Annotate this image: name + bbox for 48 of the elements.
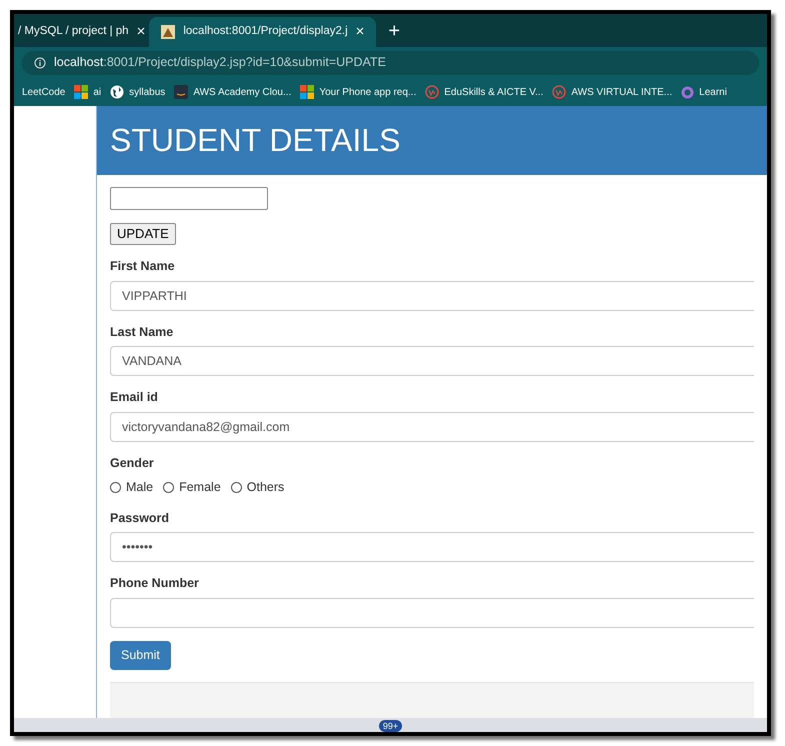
- tab-title: / MySQL / project | ph: [18, 24, 129, 40]
- text-input-field[interactable]: VANDANA: [110, 346, 754, 376]
- address-bar[interactable]: localhost:8001/Project/display2.jsp?id=10&submit=UPDATE: [22, 50, 759, 74]
- windows-logo-icon: [74, 85, 88, 99]
- field-label: Email id: [110, 389, 159, 406]
- radio-button[interactable]: [163, 482, 174, 493]
- field-label: Password: [110, 510, 170, 526]
- circle-logo-icon: [425, 85, 440, 99]
- info-icon: [34, 56, 46, 68]
- radio-button[interactable]: [110, 482, 121, 493]
- bookmark[interactable]: Your Phone app req...: [300, 84, 416, 100]
- windows-logo-icon: [300, 85, 314, 99]
- field-label: First Name: [110, 258, 176, 275]
- bookmark[interactable]: LeetCode: [22, 84, 66, 100]
- browser-tab[interactable]: localhost:8001/Project/display2.j ×: [149, 17, 376, 47]
- text-input-field[interactable]: victoryvandana82@gmail.com: [110, 412, 754, 442]
- text-input-field[interactable]: VIPPARTHI: [110, 280, 754, 310]
- aws-square-icon: [174, 85, 188, 99]
- bookmark[interactable]: ai: [74, 84, 102, 100]
- radio-label: Male: [126, 478, 154, 496]
- bookmark[interactable]: EduSkills & AICTE V...: [425, 84, 544, 100]
- browser-tab[interactable]: / MySQL / project | ph ×: [14, 17, 150, 47]
- url-text: localhost:8001/Project/display2.jsp?id=10&submit=UPDATE: [54, 54, 386, 72]
- close-tab-button[interactable]: ×: [356, 20, 364, 44]
- bookmark[interactable]: syllabus: [110, 84, 166, 100]
- bookmark[interactable]: Learni: [681, 84, 727, 100]
- submit-button[interactable]: Submit: [110, 641, 171, 670]
- text-input-field[interactable]: •••••••: [110, 532, 754, 562]
- new-tab-button[interactable]: +: [376, 17, 412, 47]
- notification-badge: 99+: [378, 720, 402, 732]
- text-input-field[interactable]: [110, 598, 754, 628]
- bookmark[interactable]: AWS VIRTUAL INTE...: [552, 84, 672, 100]
- page-header: STUDENT DETAILS: [97, 106, 767, 175]
- radio-button[interactable]: [230, 482, 242, 493]
- update-button[interactable]: UPDATE: [110, 222, 176, 245]
- field-label: Last Name: [110, 324, 174, 340]
- field-label: Gender: [110, 455, 155, 472]
- close-tab-button[interactable]: ×: [136, 20, 146, 44]
- bookmark[interactable]: AWS Academy Clou...: [174, 84, 292, 100]
- radio-label: Female: [179, 478, 221, 496]
- circle-logo-icon: [552, 85, 566, 99]
- radio-label: Others: [246, 478, 284, 496]
- tab-title: localhost:8001/Project/display2.j: [183, 24, 348, 40]
- globe-icon: [110, 85, 124, 99]
- field-label: Phone Number: [110, 575, 200, 592]
- loop-logo-icon: [681, 86, 694, 98]
- favicon-icon: [161, 25, 176, 39]
- id-input-field[interactable]: [110, 186, 268, 210]
